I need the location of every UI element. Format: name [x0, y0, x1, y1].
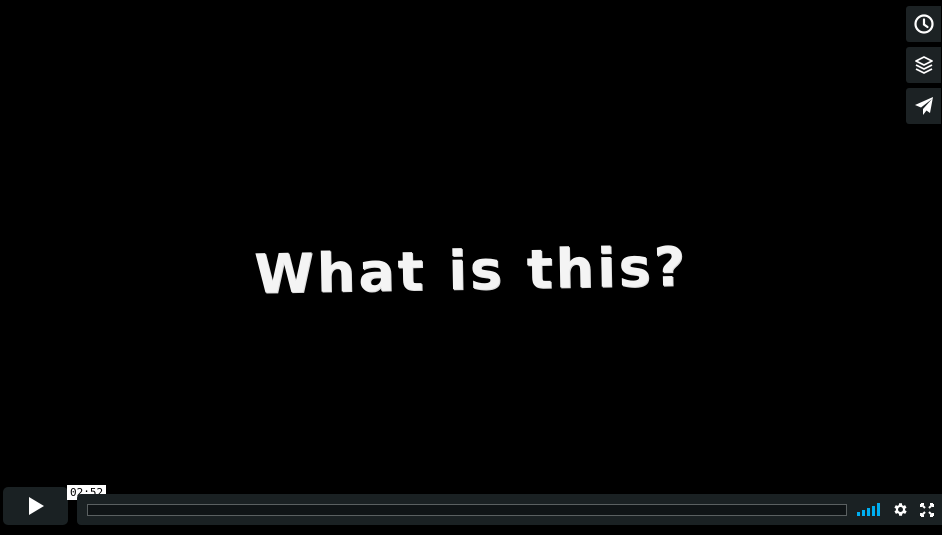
fullscreen-icon: [920, 503, 934, 517]
share-button[interactable]: [906, 88, 941, 124]
settings-button[interactable]: [892, 501, 909, 518]
control-bar: [77, 494, 942, 525]
volume-control[interactable]: [857, 503, 883, 516]
video-overlay-text: What is this?: [253, 235, 689, 306]
video-player[interactable]: What is this? 02:52: [0, 0, 942, 535]
watch-later-button[interactable]: [906, 6, 941, 42]
paper-plane-icon: [914, 97, 933, 115]
clock-icon: [913, 14, 934, 34]
gear-icon: [894, 503, 907, 516]
layers-icon: [914, 56, 933, 74]
fullscreen-button[interactable]: [920, 502, 934, 517]
play-icon: [28, 497, 44, 515]
play-button[interactable]: [3, 487, 68, 525]
progress-bar[interactable]: [87, 504, 847, 516]
side-action-buttons: [906, 6, 942, 129]
collections-button[interactable]: [906, 47, 941, 83]
